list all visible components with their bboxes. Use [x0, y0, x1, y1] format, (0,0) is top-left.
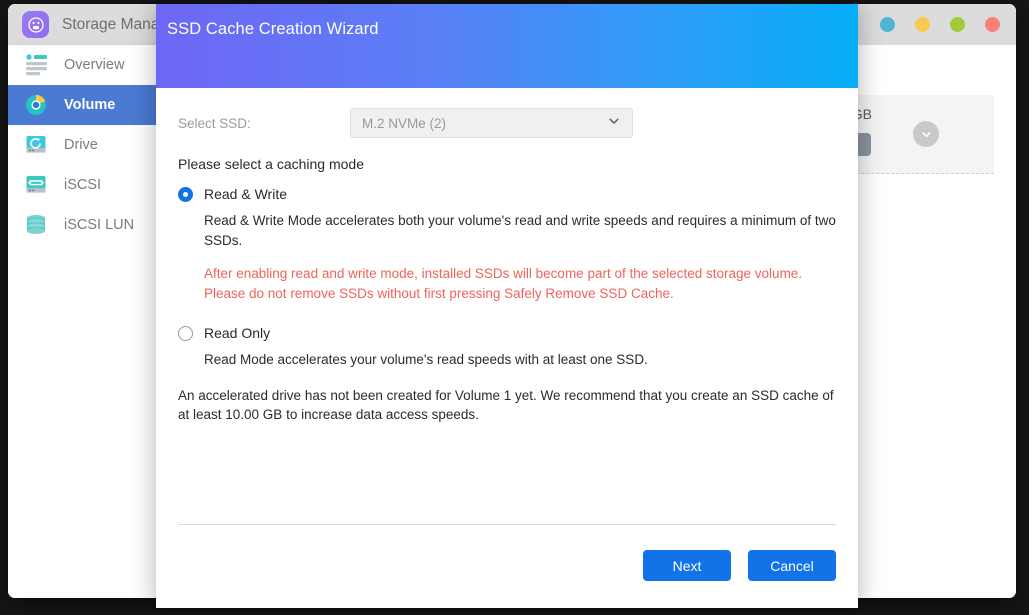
chevron-down-icon[interactable] — [913, 121, 939, 147]
accelerated-drive-note: An accelerated drive has not been create… — [178, 387, 834, 423]
restore-dot[interactable] — [950, 17, 965, 32]
select-ssd-label: Select SSD: — [178, 115, 251, 131]
radio-read-only[interactable]: Read Only — [178, 325, 836, 341]
footer-divider — [178, 524, 836, 525]
dialog-footer: Next Cancel — [156, 524, 858, 608]
close-dot[interactable] — [985, 17, 1000, 32]
radio-read-write[interactable]: Read & Write — [178, 186, 836, 202]
sidebar-item-label: Volume — [64, 97, 116, 113]
sidebar-item-iscsi[interactable]: iSCSI — [8, 165, 173, 205]
volume-icon — [24, 93, 50, 117]
next-button[interactable]: Next — [643, 550, 731, 581]
sidebar-item-drive[interactable]: Drive — [8, 125, 173, 165]
app-title-group: Storage Manag — [8, 11, 168, 38]
dialog-title: SSD Cache Creation Wizard — [167, 20, 379, 38]
read-write-description: Read & Write Mode accelerates both your … — [204, 213, 836, 248]
sidebar-item-iscsi-lun[interactable]: iSCSI LUN — [8, 205, 173, 245]
drive-icon — [24, 133, 50, 157]
footer-buttons: Next Cancel — [643, 550, 836, 581]
radio-button-selected-icon[interactable] — [178, 186, 193, 202]
window-controls — [880, 4, 1000, 45]
sidebar-item-label: iSCSI — [64, 177, 102, 193]
sidebar-item-label: iSCSI LUN — [64, 217, 135, 233]
sidebar: Overview Volume Drive iSCSI iSCSI LUN — [8, 45, 173, 598]
chevron-down-icon — [607, 114, 621, 133]
maximize-dot[interactable] — [915, 17, 930, 32]
radio-button-unselected-icon[interactable] — [178, 325, 193, 341]
app-title: Storage Manag — [62, 15, 168, 33]
ssd-cache-creation-wizard-dialog: SSD Cache Creation Wizard Select SSD: M.… — [156, 4, 858, 608]
iscsi-lun-icon — [24, 213, 50, 237]
sidebar-item-label: Drive — [64, 137, 98, 153]
select-ssd-dropdown[interactable]: M.2 NVMe (2) — [350, 108, 633, 138]
overview-icon — [24, 53, 50, 77]
dialog-header: SSD Cache Creation Wizard — [156, 4, 858, 88]
radio-read-write-label: Read & Write — [204, 186, 287, 202]
sidebar-item-volume[interactable]: Volume — [8, 85, 173, 125]
caching-mode-prompt: Please select a caching mode — [178, 156, 364, 172]
read-write-warning: After enabling read and write mode, inst… — [204, 266, 803, 301]
minimize-dot[interactable] — [880, 17, 895, 32]
cancel-button[interactable]: Cancel — [748, 550, 836, 581]
desktop-background: Storage Manag Overview Volume Drive iSCS… — [0, 0, 1029, 615]
read-only-description: Read Mode accelerates your volume's read… — [204, 352, 648, 368]
radio-read-only-label: Read Only — [204, 325, 271, 342]
select-ssd-row: Select SSD: M.2 NVMe (2) — [178, 88, 836, 138]
sidebar-item-label: Overview — [64, 57, 125, 73]
select-ssd-value: M.2 NVMe (2) — [362, 115, 447, 131]
iscsi-icon — [24, 173, 50, 197]
storage-manager-logo-icon — [22, 11, 49, 38]
sidebar-item-overview[interactable]: Overview — [8, 45, 173, 85]
